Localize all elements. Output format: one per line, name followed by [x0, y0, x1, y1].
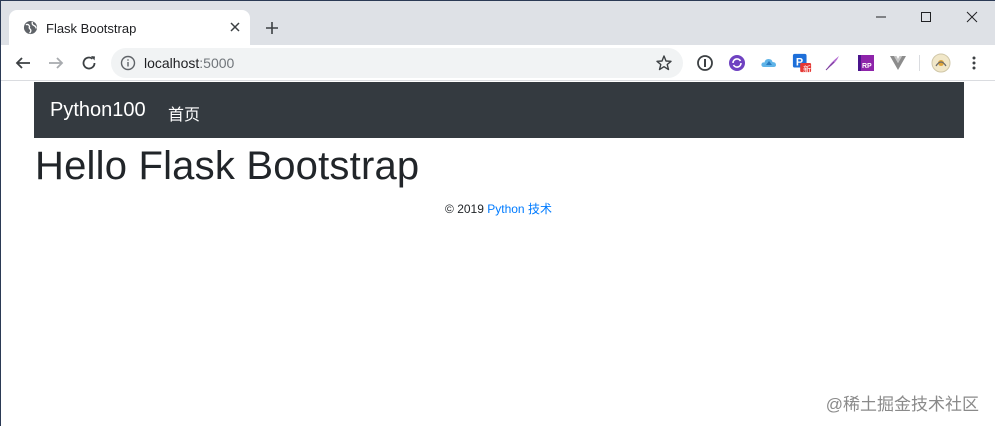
star-icon[interactable] [655, 54, 673, 72]
toolbar-divider [919, 55, 920, 71]
reload-icon[interactable] [77, 51, 101, 75]
page-heading: Hello Flask Bootstrap [35, 144, 420, 188]
browser-toolbar: localhost:5000 P 新 RP [1, 45, 995, 81]
cloud-icon[interactable] [759, 53, 779, 73]
url-text: localhost:5000 [144, 55, 234, 71]
avatar-icon[interactable] [931, 53, 951, 73]
forward-arrow-icon[interactable] [44, 51, 68, 75]
vue-icon[interactable] [888, 53, 908, 73]
back-arrow-icon[interactable] [11, 51, 35, 75]
tab-strip: Flask Bootstrap [1, 1, 995, 45]
quill-icon[interactable] [823, 53, 843, 73]
info-icon[interactable] [120, 55, 136, 71]
browser-window: Flask Bootstrap localhost:5000 P 新 RP Py… [0, 0, 995, 426]
page-viewport: Python100 首页 Hello Flask Bootstrap © 201… [2, 82, 995, 426]
tab-title: Flask Bootstrap [46, 21, 137, 36]
watermark: @稀土掘金技术社区 [825, 395, 979, 414]
ext-info-icon[interactable] [695, 53, 715, 73]
sync-icon[interactable] [727, 53, 747, 73]
navbar: Python100 首页 [34, 82, 964, 138]
footer: © 2019 Python 技术 [2, 200, 995, 217]
svg-text:RP: RP [862, 63, 872, 70]
globe-icon [23, 20, 38, 35]
window-close-icon[interactable] [950, 5, 994, 29]
minimize-icon[interactable] [859, 5, 903, 29]
url-port: :5000 [199, 55, 235, 71]
maximize-icon[interactable] [904, 5, 948, 29]
browser-tab[interactable]: Flask Bootstrap [9, 10, 250, 45]
extension-badge: 新 [803, 65, 811, 74]
menu-icon[interactable] [964, 53, 984, 73]
address-bar[interactable]: localhost:5000 [111, 48, 683, 78]
footer-copyright: © 2019 [445, 202, 484, 216]
close-icon[interactable] [226, 18, 244, 36]
new-tab-icon[interactable] [261, 17, 283, 39]
rp-icon[interactable]: RP [856, 53, 876, 73]
footer-link[interactable]: Python 技术 [487, 202, 552, 216]
nav-link-home[interactable]: 首页 [168, 101, 200, 125]
p-badge-icon[interactable]: P 新 [792, 53, 812, 74]
url-host: localhost [144, 55, 200, 71]
navbar-brand[interactable]: Python100 [50, 99, 146, 122]
